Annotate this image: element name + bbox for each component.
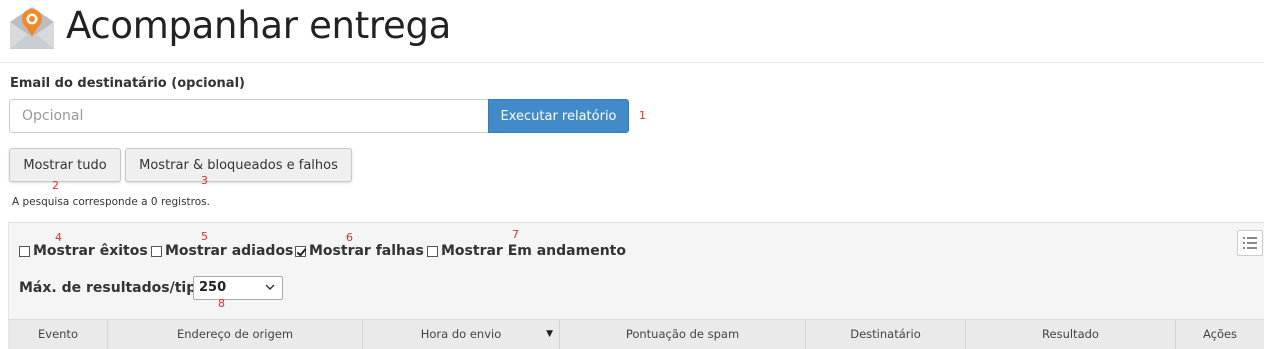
chevron-down-icon — [265, 284, 275, 290]
filter-label: Mostrar adiados — [165, 243, 294, 259]
marker-5: 5 — [201, 230, 208, 243]
header-divider — [0, 62, 1264, 63]
column-label: Evento — [38, 327, 78, 341]
in-progress-checkbox[interactable] — [427, 245, 438, 257]
marker-8: 8 — [218, 297, 225, 310]
column-header-spam-score[interactable]: Pontuação de spam — [560, 320, 806, 349]
max-results-label: Máx. de resultados/tipo: — [19, 280, 212, 296]
marker-1: 1 — [639, 109, 646, 122]
column-header-recipient[interactable]: Destinatário — [806, 320, 966, 349]
column-header-result[interactable]: Resultado — [966, 320, 1176, 349]
page-title: Acompanhar entrega — [66, 4, 452, 47]
result-summary: A pesquisa corresponde a 0 registros. — [12, 196, 210, 208]
column-label: Ações — [1202, 327, 1238, 341]
column-header-send-time[interactable]: Hora do envio ▼ — [363, 320, 560, 349]
filter-show-failures[interactable]: Mostrar falhas — [295, 243, 424, 259]
marker-2: 2 — [52, 179, 59, 192]
filter-show-successes[interactable]: Mostrar êxitos — [19, 243, 148, 259]
column-list-toggle-button[interactable] — [1237, 230, 1263, 256]
column-header-event[interactable]: Evento — [9, 320, 108, 349]
filter-label: Mostrar Em andamento — [441, 243, 626, 259]
column-label: Hora do envio — [420, 327, 502, 341]
failures-checkbox[interactable] — [295, 245, 306, 257]
max-results-select[interactable]: 250 — [193, 276, 283, 300]
results-table-header: Evento Endereço de origem Hora do envio ▼… — [9, 319, 1264, 349]
success-checkbox[interactable] — [19, 245, 30, 257]
column-label: Pontuação de spam — [625, 327, 740, 341]
marker-7: 7 — [512, 228, 519, 241]
max-results-value: 250 — [199, 280, 227, 295]
filter-label: Mostrar falhas — [309, 243, 424, 259]
mail-location-pin-icon — [8, 4, 56, 52]
marker-6: 6 — [346, 231, 353, 244]
filter-show-deferred[interactable]: Mostrar adiados — [151, 243, 293, 259]
deferred-checkbox[interactable] — [151, 245, 162, 257]
sort-down-icon: ▼ — [546, 329, 553, 339]
email-label: Email do destinatário (opcional) — [10, 76, 245, 91]
column-header-source-address[interactable]: Endereço de origem — [108, 320, 363, 349]
column-label: Endereço de origem — [176, 327, 294, 341]
show-blocked-failed-button[interactable]: Mostrar & bloqueados e falhos — [125, 148, 352, 182]
list-icon — [1243, 237, 1257, 249]
marker-4: 4 — [55, 231, 62, 244]
filter-show-in-progress[interactable]: Mostrar Em andamento — [427, 243, 626, 259]
filter-label: Mostrar êxitos — [33, 243, 148, 259]
email-field[interactable] — [9, 99, 489, 133]
marker-3: 3 — [201, 174, 208, 187]
column-label: Resultado — [1042, 327, 1099, 341]
column-label: Destinatário — [850, 327, 921, 341]
run-report-button[interactable]: Executar relatório — [488, 99, 629, 133]
column-header-actions: Ações — [1176, 320, 1264, 349]
show-all-button[interactable]: Mostrar tudo — [9, 148, 121, 182]
